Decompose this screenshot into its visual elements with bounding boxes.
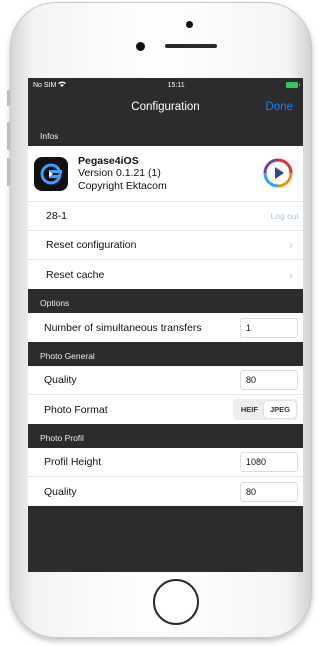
ektacom-logo-icon: [263, 158, 293, 188]
account-row: 28-1 Log out: [28, 202, 303, 231]
profil-quality-input[interactable]: 80: [240, 481, 298, 502]
navigation-bar: Configuration Done: [28, 92, 303, 122]
mute-switch: [7, 90, 10, 106]
section-header-infos: Infos: [40, 131, 59, 141]
section-header-photo-general: Photo General: [40, 351, 95, 361]
photo-format-label: Photo Format: [44, 403, 108, 416]
transfers-row: Number of simultaneous transfers 1: [28, 313, 303, 342]
profil-quality-row: Quality 80: [28, 477, 303, 506]
chevron-right-icon: ›: [289, 238, 293, 252]
photo-format-segmented-control: HEIF JPEG: [232, 399, 298, 420]
home-button[interactable]: [153, 579, 199, 625]
page-title: Configuration: [131, 101, 200, 113]
photo-general-group: Quality 80 Photo Format HEIF JPEG: [28, 366, 303, 424]
app-logo-icon: [34, 156, 68, 191]
format-option-jpeg[interactable]: JPEG: [263, 401, 296, 418]
reset-configuration-row[interactable]: Reset configuration ›: [28, 231, 303, 260]
app-info-row: Pegase4iOS Version 0.1.21 (1) Copyright …: [28, 146, 303, 202]
volume-up-button: [7, 122, 10, 150]
transfers-label: Number of simultaneous transfers: [44, 321, 202, 334]
reset-configuration-label: Reset configuration: [46, 239, 137, 251]
battery-icon: [285, 82, 300, 88]
front-camera: [136, 42, 145, 51]
infos-group: Pegase4iOS Version 0.1.21 (1) Copyright …: [28, 146, 303, 289]
photo-profil-group: Profil Height 1080 Quality 80: [28, 448, 303, 506]
photo-quality-input[interactable]: 80: [240, 370, 298, 390]
profil-quality-label: Quality: [44, 485, 77, 498]
status-bar: No SIM 15:11: [28, 78, 303, 92]
section-header-photo-profil: Photo Profil: [40, 433, 84, 443]
carrier-status: No SIM: [33, 81, 67, 89]
earpiece-speaker: [165, 44, 217, 48]
app-version: Version 0.1.21 (1): [78, 167, 161, 180]
screen: No SIM 15:11 Configuration Done Infos Pe…: [28, 78, 303, 572]
account-id: 28-1: [46, 210, 68, 222]
format-option-heif[interactable]: HEIF: [235, 401, 264, 418]
volume-down-button: [7, 158, 10, 186]
profil-height-row: Profil Height 1080: [28, 448, 303, 477]
transfers-input[interactable]: 1: [240, 317, 298, 338]
reset-cache-row[interactable]: Reset cache ›: [28, 260, 303, 289]
options-group: Number of simultaneous transfers 1: [28, 313, 303, 342]
carrier-label: No SIM: [33, 82, 57, 89]
photo-format-row: Photo Format HEIF JPEG: [28, 395, 303, 424]
reset-cache-label: Reset cache: [46, 268, 105, 281]
photo-quality-row: Quality 80: [28, 366, 303, 395]
chevron-right-icon: ›: [289, 267, 293, 282]
done-button[interactable]: Done: [266, 101, 294, 113]
clock: 15:11: [167, 81, 185, 89]
wifi-icon: [58, 81, 67, 87]
logout-button[interactable]: Log out: [271, 211, 299, 221]
profil-height-label: Profil Height: [44, 456, 102, 468]
app-copyright: Copyright Ektacom: [78, 179, 167, 192]
photo-quality-label: Quality: [44, 374, 77, 386]
app-name: Pegase4iOS: [78, 154, 139, 167]
profil-height-input[interactable]: 1080: [240, 452, 298, 472]
section-header-options: Options: [40, 298, 70, 308]
proximity-sensor: [186, 21, 193, 28]
